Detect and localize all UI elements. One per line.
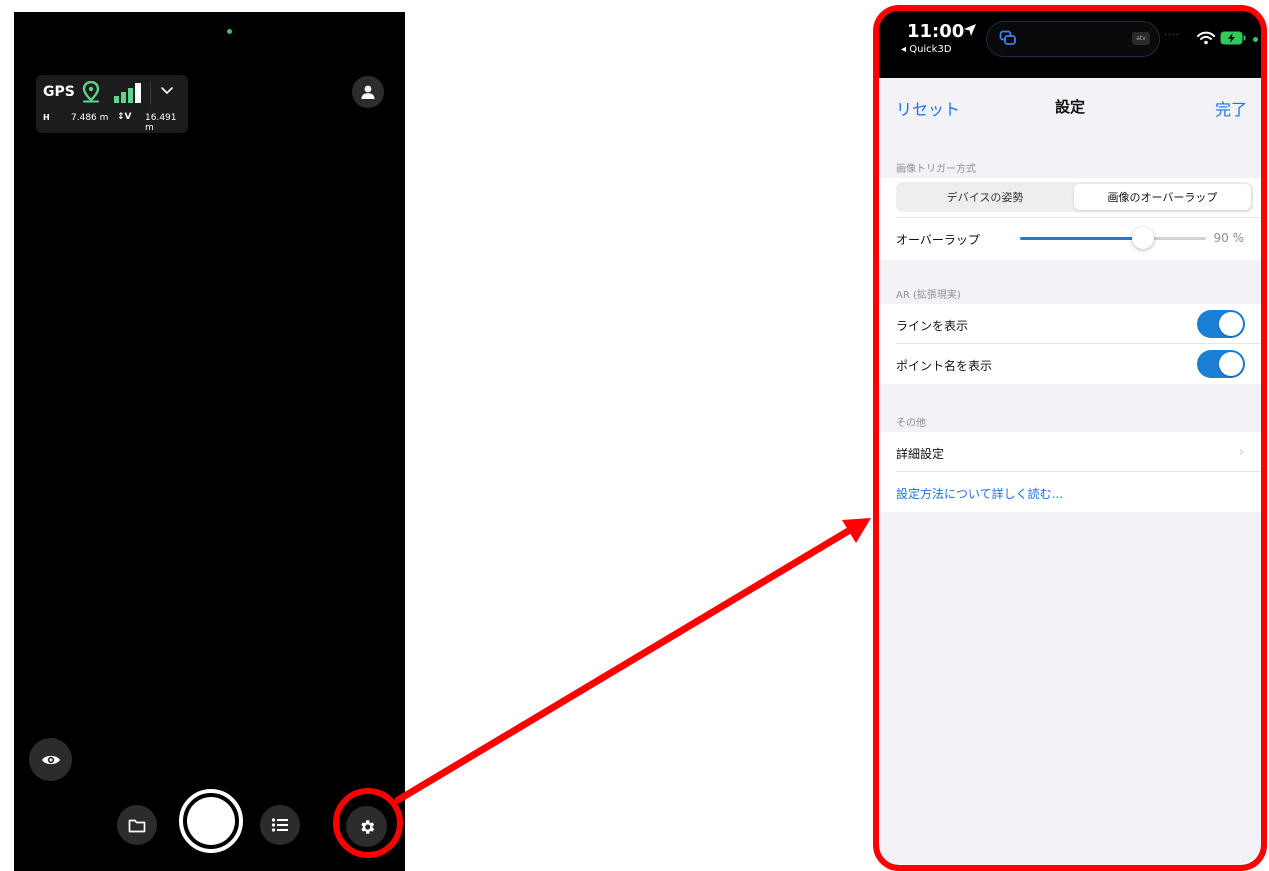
segment-image-overlap[interactable]: 画像のオーバーラップ xyxy=(1074,184,1251,210)
profile-button[interactable] xyxy=(352,76,384,108)
apple-tv-badge: atv xyxy=(1132,32,1150,45)
overlap-slider[interactable] xyxy=(1020,227,1206,249)
signal-dots: .... xyxy=(1164,28,1180,38)
gps-status-card[interactable]: GPS H 7.486 m ↕V 16.491 m xyxy=(36,75,188,133)
gps-divider xyxy=(150,81,151,105)
list-button[interactable] xyxy=(260,805,300,845)
trigger-mode-segmented-control[interactable]: デバイスの姿勢 画像のオーバーラップ xyxy=(896,182,1253,212)
camera-indicator-dot xyxy=(227,29,232,34)
overlap-slider-fill xyxy=(1020,237,1143,240)
eye-icon xyxy=(41,755,60,764)
folder-icon xyxy=(128,819,146,832)
dynamic-island[interactable]: atv xyxy=(986,21,1160,57)
show-point-names-toggle[interactable] xyxy=(1197,350,1245,378)
show-lines-row: ラインを表示 xyxy=(879,304,1261,344)
segment-device-orientation[interactable]: デバイスの姿勢 xyxy=(896,182,1074,212)
chevron-down-icon[interactable] xyxy=(160,85,174,97)
vertical-accuracy-value: 16.491 m xyxy=(145,113,177,133)
vertical-accuracy-icon: ↕V xyxy=(117,112,132,122)
status-time: 11:00 xyxy=(907,21,965,42)
show-point-names-row: ポイント名を表示 xyxy=(879,344,1261,384)
section-header-other: その他 xyxy=(896,418,926,429)
show-point-names-label: ポイント名を表示 xyxy=(896,359,993,373)
other-group: 詳細設定 › 設定方法について詳しく読む... xyxy=(879,432,1261,512)
settings-sheet: リセット 設定 完了 画像トリガー方式 デバイスの姿勢 画像のオーバーラップ オ… xyxy=(879,78,1261,870)
highlight-circle xyxy=(333,788,403,858)
list-icon xyxy=(271,818,288,832)
person-icon xyxy=(361,85,375,99)
toggle-knob xyxy=(1219,352,1243,376)
learn-more-link[interactable]: 設定方法について詳しく読む... xyxy=(896,485,1063,502)
shutter-button[interactable] xyxy=(179,789,243,853)
layers-icon xyxy=(999,30,1016,45)
show-lines-label: ラインを表示 xyxy=(896,319,969,333)
show-lines-toggle[interactable] xyxy=(1197,310,1245,338)
overlap-slider-thumb[interactable] xyxy=(1131,227,1154,249)
page-title: 設定 xyxy=(1054,98,1085,116)
ar-group: ラインを表示 ポイント名を表示 xyxy=(879,304,1261,384)
gps-label: GPS xyxy=(43,84,75,100)
location-arrow-icon xyxy=(964,24,976,36)
advanced-settings-row[interactable]: 詳細設定 › xyxy=(879,432,1261,472)
advanced-settings-label: 詳細設定 xyxy=(896,447,945,461)
status-bar: 11:00 ◂ Quick3D atv .... xyxy=(879,11,1261,78)
learn-more-row[interactable]: 設定方法について詳しく読む... xyxy=(879,472,1261,512)
overlap-row: オーバーラップ 90 % xyxy=(879,218,1261,260)
horizontal-accuracy-value: 7.486 m xyxy=(71,113,109,123)
done-button[interactable]: 完了 xyxy=(1215,96,1247,120)
folder-button[interactable] xyxy=(117,805,157,845)
location-pin-icon xyxy=(82,81,100,103)
battery-charging-icon xyxy=(1220,31,1246,45)
shutter-inner xyxy=(187,797,235,845)
view-toggle-button[interactable] xyxy=(29,738,72,781)
back-to-app-link[interactable]: ◂ Quick3D xyxy=(901,44,952,55)
wifi-icon xyxy=(1197,31,1215,45)
horizontal-accuracy-icon: H xyxy=(43,113,50,122)
overlap-value: 90 % xyxy=(1213,231,1245,245)
settings-phone: 11:00 ◂ Quick3D atv .... リセット 設定 完了 画像トリ… xyxy=(873,5,1267,871)
mic-indicator-dot xyxy=(1253,37,1258,42)
section-header-image-trigger: 画像トリガー方式 xyxy=(896,164,976,175)
camera-screen: GPS H 7.486 m ↕V 16.491 m xyxy=(14,12,405,871)
home-indicator[interactable] xyxy=(1007,865,1146,870)
trigger-mode-row: デバイスの姿勢 画像のオーバーラップ xyxy=(879,178,1261,218)
image-trigger-group: デバイスの姿勢 画像のオーバーラップ オーバーラップ 90 % xyxy=(879,178,1261,260)
toggle-knob xyxy=(1219,312,1243,336)
chevron-right-icon: › xyxy=(1238,445,1244,460)
overlap-label: オーバーラップ xyxy=(896,233,980,247)
signal-strength-icon xyxy=(114,83,141,103)
section-header-ar: AR (拡張現実) xyxy=(896,290,961,301)
